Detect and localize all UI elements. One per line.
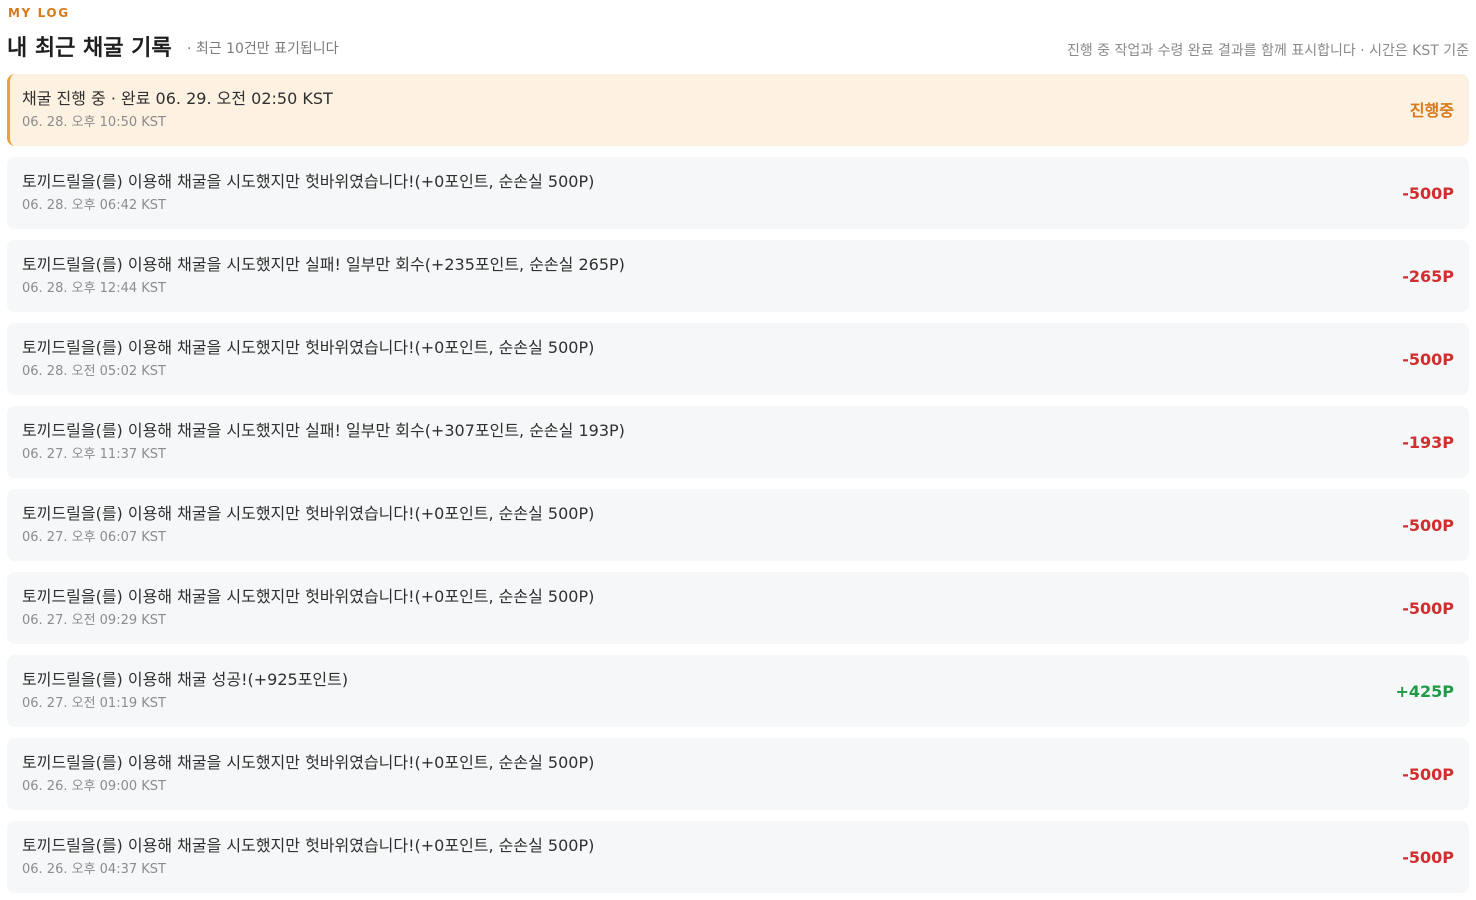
log-row: 토끼드릴을(를) 이용해 채굴을 시도했지만 실패! 일부만 회수(+235포인… [7,240,1469,312]
log-text: 토끼드릴을(를) 이용해 채굴을 시도했지만 헛바위였습니다!(+0포인트, 순… [22,504,595,523]
log-time: 06. 27. 오후 11:37 KST [22,447,166,462]
log-time: 06. 26. 오후 09:00 KST [22,779,166,794]
log-text: 토끼드릴을(를) 이용해 채굴을 시도했지만 헛바위였습니다!(+0포인트, 순… [22,338,595,357]
log-time: 06. 28. 오후 10:50 KST [22,115,166,130]
page-title: 내 최근 채굴 기록 [7,36,172,61]
log-time: 06. 26. 오후 04:37 KST [22,862,166,877]
log-text: 토끼드릴을(를) 이용해 채굴을 시도했지만 헛바위였습니다!(+0포인트, 순… [22,172,595,191]
log-amount: -500P [1402,765,1454,784]
log-text: 토끼드릴을(를) 이용해 채굴 성공!(+925포인트) [22,670,349,689]
log-row: 토끼드릴을(를) 이용해 채굴을 시도했지만 실패! 일부만 회수(+307포인… [7,406,1469,478]
log-text: 채굴 진행 중 · 완료 06. 29. 오전 02:50 KST [22,89,333,108]
log-amount: -500P [1402,516,1454,535]
log-amount: -193P [1402,433,1454,452]
log-row: 토끼드릴을(를) 이용해 채굴을 시도했지만 헛바위였습니다!(+0포인트, 순… [7,157,1469,229]
log-time: 06. 27. 오전 09:29 KST [22,613,166,628]
log-text: 토끼드릴을(를) 이용해 채굴을 시도했지만 헛바위였습니다!(+0포인트, 순… [22,836,595,855]
log-text: 토끼드릴을(를) 이용해 채굴을 시도했지만 헛바위였습니다!(+0포인트, 순… [22,753,595,772]
log-time: 06. 27. 오후 06:07 KST [22,530,166,545]
log-time: 06. 28. 오후 12:44 KST [22,281,166,296]
log-time: 06. 27. 오전 01:19 KST [22,696,166,711]
log-amount: -500P [1402,848,1454,867]
log-amount: -500P [1402,184,1454,203]
log-time: 06. 28. 오후 06:42 KST [22,198,166,213]
log-text: 토끼드릴을(를) 이용해 채굴을 시도했지만 실패! 일부만 회수(+307포인… [22,421,625,440]
log-text: 토끼드릴을(를) 이용해 채굴을 시도했지만 실패! 일부만 회수(+235포인… [22,255,625,274]
log-amount: -500P [1402,350,1454,369]
log-amount: -500P [1402,599,1454,618]
log-row: 토끼드릴을(를) 이용해 채굴을 시도했지만 헛바위였습니다!(+0포인트, 순… [7,572,1469,644]
log-row-active: 채굴 진행 중 · 완료 06. 29. 오전 02:50 KST 06. 28… [7,74,1469,146]
log-row: 토끼드릴을(를) 이용해 채굴을 시도했지만 헛바위였습니다!(+0포인트, 순… [7,489,1469,561]
mining-log-panel: MY LOG 내 최근 채굴 기록 · 최근 10건만 표기됩니다 진행 중 작… [0,0,1476,900]
log-row: 토끼드릴을(를) 이용해 채굴을 시도했지만 헛바위였습니다!(+0포인트, 순… [7,821,1469,893]
log-amount: +425P [1395,682,1454,701]
log-row: 토끼드릴을(를) 이용해 채굴 성공!(+925포인트) 06. 27. 오전 … [7,655,1469,727]
log-text: 토끼드릴을(를) 이용해 채굴을 시도했지만 헛바위였습니다!(+0포인트, 순… [22,587,595,606]
section-header: 내 최근 채굴 기록 · 최근 10건만 표기됩니다 진행 중 작업과 수령 완… [7,30,1469,62]
log-status-badge: 진행중 [1409,101,1454,120]
header-note: 진행 중 작업과 수령 완료 결과를 함께 표시합니다 · 시간은 KST 기준 [1066,43,1469,59]
log-row: 토끼드릴을(를) 이용해 채굴을 시도했지만 헛바위였습니다!(+0포인트, 순… [7,738,1469,810]
log-row: 토끼드릴을(를) 이용해 채굴을 시도했지만 헛바위였습니다!(+0포인트, 순… [7,323,1469,395]
log-time: 06. 28. 오전 05:02 KST [22,364,166,379]
section-eyebrow: MY LOG [8,6,70,20]
page-subtitle: · 최근 10건만 표기됩니다 [187,41,339,57]
log-list: 채굴 진행 중 · 완료 06. 29. 오전 02:50 KST 06. 28… [7,74,1469,900]
log-amount: -265P [1402,267,1454,286]
